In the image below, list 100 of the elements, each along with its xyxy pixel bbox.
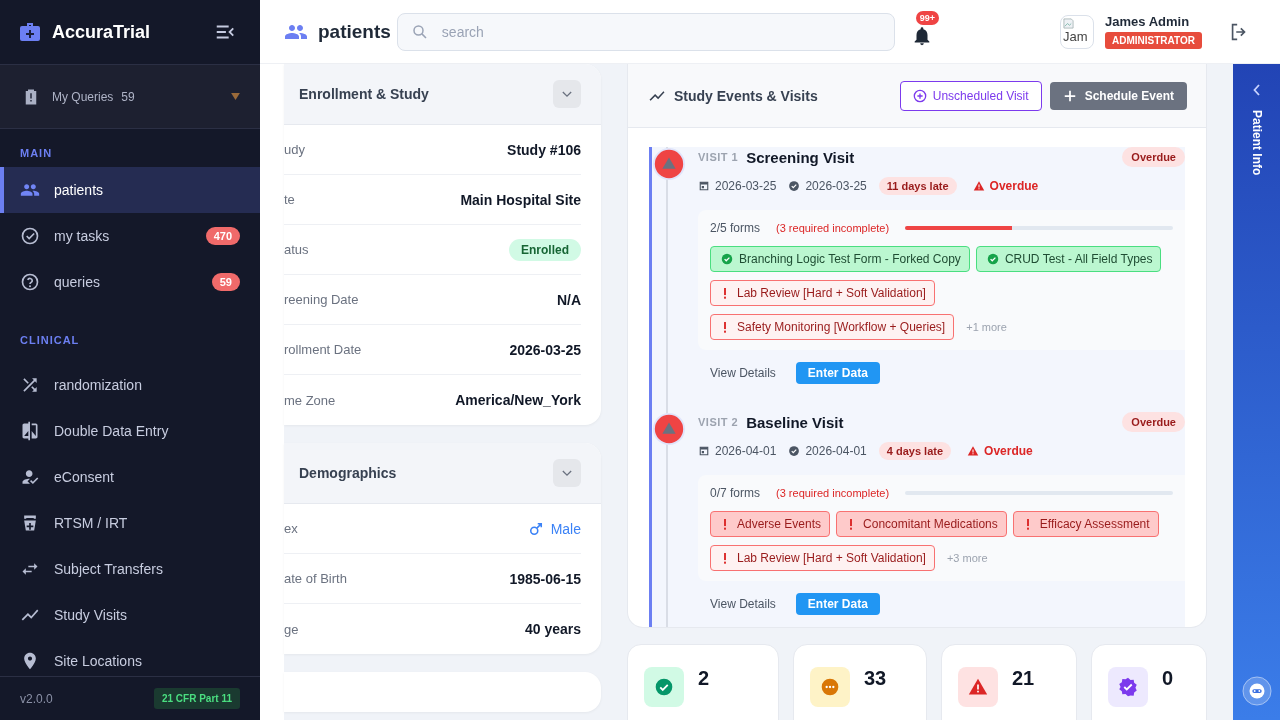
view-details-link[interactable]: View Details xyxy=(710,597,776,611)
stat-value: 2 xyxy=(698,667,710,690)
broken-image-icon xyxy=(1063,17,1075,29)
nav-item[interactable]: Site Locations xyxy=(0,638,260,676)
form-chip[interactable]: Efficacy Assessment xyxy=(1012,511,1159,537)
page-title: patients xyxy=(318,20,391,43)
field-value: 1985-06-15 xyxy=(509,570,581,587)
help-icon xyxy=(20,272,40,292)
field-label: ate of Birth xyxy=(284,571,347,586)
chevron-down-icon xyxy=(562,469,572,477)
patient-info-panel[interactable]: Patient Info xyxy=(1233,64,1280,720)
nav-item[interactable]: randomization xyxy=(0,362,260,408)
chevron-left-icon xyxy=(1252,84,1261,96)
visit-title: Screening Visit xyxy=(746,148,855,166)
compare-icon xyxy=(20,421,40,441)
check-circle-icon xyxy=(986,253,999,265)
nav-item[interactable]: eConsent xyxy=(0,454,260,500)
field-value: America/New_York xyxy=(455,392,581,408)
nav-item[interactable]: Subject Transfers xyxy=(0,546,260,592)
nav-label: eConsent xyxy=(54,469,115,485)
form-chip[interactable]: CRUD Test - All Field Types xyxy=(975,246,1162,272)
form-chip[interactable]: Adverse Events xyxy=(710,511,831,537)
status-badge: Overdue xyxy=(1122,147,1185,167)
warning-icon xyxy=(967,445,980,457)
shuffle-icon xyxy=(20,375,40,395)
field-label: reening Date xyxy=(284,292,359,307)
field-label: te xyxy=(284,192,295,207)
nav-label: Study Visits xyxy=(54,607,128,623)
schedule-event-button[interactable]: Schedule Event xyxy=(1049,81,1187,110)
nav-label: patients xyxy=(54,182,105,198)
visit-title: Baseline Visit xyxy=(746,413,844,431)
version-label: v2.0.0 xyxy=(20,691,53,706)
actual-date: 2026-03-25 xyxy=(805,179,867,193)
check-circle-icon xyxy=(788,445,801,457)
overdue-label: Overdue xyxy=(989,179,1039,193)
required-note: (3 required incomplete) xyxy=(776,487,890,499)
stat-value: 33 xyxy=(864,667,887,690)
medical-kit-icon xyxy=(18,20,42,44)
warning-icon xyxy=(972,180,985,192)
visit-number: VISIT 2 xyxy=(698,416,739,428)
field-value: Male xyxy=(550,520,581,537)
field-value: N/A xyxy=(556,291,581,308)
check-circle-icon xyxy=(721,253,733,265)
days-late-badge: 4 days late xyxy=(878,442,952,460)
form-chip[interactable]: Lab Review [Hard + Soft Validation] xyxy=(710,545,935,571)
unscheduled-visit-button[interactable]: Unscheduled Visit xyxy=(899,80,1042,111)
form-chip[interactable]: Branching Logic Test Form - Forked Copy xyxy=(710,246,970,272)
exclamation-icon xyxy=(723,321,727,333)
count-badge: 59 xyxy=(211,273,240,291)
nav-item[interactable]: Study Visits xyxy=(0,592,260,638)
nav-item[interactable]: RTSM / IRT xyxy=(0,500,260,546)
scheduled-date: 2026-03-25 xyxy=(715,179,777,193)
robot-icon[interactable] xyxy=(1241,676,1272,706)
queries-dropdown[interactable]: My Queries 59 xyxy=(0,64,260,129)
form-chip[interactable]: Safety Monitoring [Workflow + Queries] xyxy=(710,314,955,340)
caret-icon xyxy=(231,93,240,100)
field-label: udy xyxy=(284,142,305,157)
exclamation-icon xyxy=(723,552,727,564)
form-chip[interactable]: Lab Review [Hard + Soft Validation] xyxy=(710,280,935,306)
search-field[interactable]: search xyxy=(396,12,895,51)
field-label: ge xyxy=(284,621,299,637)
scheduled-date: 2026-04-01 xyxy=(715,444,777,458)
nav-item[interactable]: queries 59 xyxy=(0,259,260,305)
nav-label: Subject Transfers xyxy=(54,561,164,577)
person-check-icon xyxy=(20,467,40,487)
card-title: Demographics xyxy=(299,465,398,481)
field-label: me Zone xyxy=(284,392,336,408)
plus-icon xyxy=(1062,88,1077,103)
stat-value: 0 xyxy=(1162,667,1174,690)
nav-item[interactable]: patients xyxy=(0,167,260,213)
count-badge: 470 xyxy=(205,227,240,245)
notification-badge: 99+ xyxy=(915,10,940,25)
required-note: (3 required incomplete) xyxy=(776,222,890,234)
nav-label: queries xyxy=(54,274,101,290)
forms-count: 0/7 forms xyxy=(710,486,760,500)
exclamation-icon xyxy=(849,518,854,530)
exclamation-icon xyxy=(1025,518,1030,530)
calendar-icon xyxy=(698,180,710,192)
field-label: atus xyxy=(284,242,309,257)
compliance-badge: 21 CFR Part 11 xyxy=(153,688,240,709)
stat-value: 21 xyxy=(1012,667,1035,690)
nav-label: my tasks xyxy=(54,228,111,244)
check-circle-icon xyxy=(20,226,40,246)
forms-count: 2/5 forms xyxy=(710,221,760,235)
form-chip[interactable]: Concomitant Medications xyxy=(836,511,1007,537)
exclamation-icon xyxy=(723,287,727,299)
nav-item[interactable]: my tasks 470 xyxy=(0,213,260,259)
nav-item[interactable]: Double Data Entry xyxy=(0,408,260,454)
male-symbol-icon xyxy=(528,521,543,536)
status-badge: Enrolled xyxy=(509,238,581,261)
plus-circle-icon xyxy=(912,88,927,103)
field-value: 40 years xyxy=(524,621,581,637)
field-label: rollment Date xyxy=(284,342,362,357)
queries-label: My Queries xyxy=(52,89,114,104)
queries-count: 59 xyxy=(121,89,136,104)
panel-title: Patient Info xyxy=(1249,110,1264,176)
card-title: Enrollment & Study xyxy=(299,86,430,102)
view-details-link[interactable]: View Details xyxy=(710,366,776,380)
field-value: Study #106 xyxy=(507,141,581,158)
exclamation-icon xyxy=(723,518,727,530)
